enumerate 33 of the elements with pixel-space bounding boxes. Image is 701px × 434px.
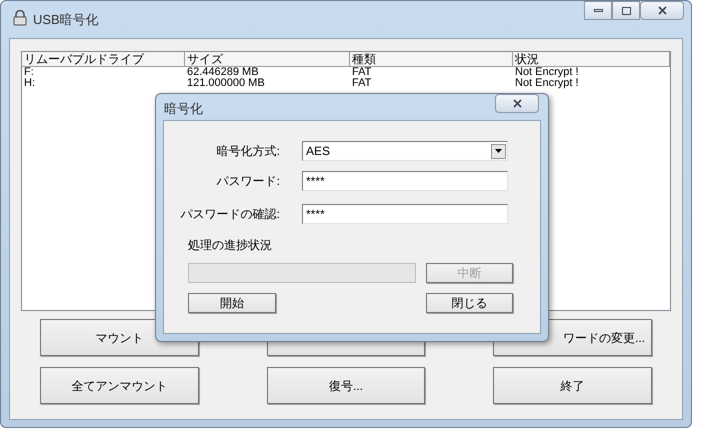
column-header[interactable]: リムーバブルドライブ bbox=[22, 52, 185, 66]
close-button[interactable] bbox=[495, 94, 539, 113]
column-header[interactable]: サイズ bbox=[185, 52, 350, 66]
input-field[interactable]: **** bbox=[302, 204, 508, 224]
button[interactable]: 終了 bbox=[493, 367, 652, 404]
column-header[interactable]: 種類 bbox=[350, 52, 513, 66]
table-cell-text: F: bbox=[23, 67, 35, 78]
button[interactable]: 開始 bbox=[188, 293, 276, 313]
button[interactable]: 復号... bbox=[266, 367, 426, 404]
table-cell-text: FAT bbox=[351, 78, 372, 89]
close-button[interactable] bbox=[640, 1, 684, 20]
progress-label: 処理の進捗状況 bbox=[188, 237, 273, 254]
table-cell-text: FAT bbox=[351, 67, 372, 78]
table-cell-text: Not Encrypt ! bbox=[514, 67, 580, 78]
field-label: パスワード: bbox=[216, 173, 281, 190]
button[interactable]: 閉じる bbox=[426, 293, 513, 313]
window-title: USB暗号化 bbox=[33, 11, 99, 29]
column-header[interactable]: 状況 bbox=[513, 52, 670, 66]
field-label: パスワードの確認: bbox=[180, 206, 281, 223]
table-cell-text: 62.446289 MB bbox=[186, 67, 260, 78]
dropdown[interactable]: AES bbox=[302, 141, 508, 161]
close-icon bbox=[658, 6, 666, 15]
minimize-button[interactable] bbox=[584, 1, 612, 20]
button[interactable]: 全てアンマウント bbox=[40, 367, 199, 404]
maximize-button[interactable] bbox=[612, 1, 640, 20]
dialog-title: 暗号化 bbox=[164, 100, 203, 118]
input-field[interactable]: **** bbox=[302, 171, 508, 191]
close-icon bbox=[512, 99, 522, 108]
lock-icon bbox=[13, 10, 27, 26]
table-cell-text: H: bbox=[23, 78, 36, 89]
table-cell-text: Not Encrypt ! bbox=[514, 78, 580, 89]
table-cell-text: 121.000000 MB bbox=[186, 78, 266, 89]
field-label: 暗号化方式: bbox=[216, 143, 281, 160]
